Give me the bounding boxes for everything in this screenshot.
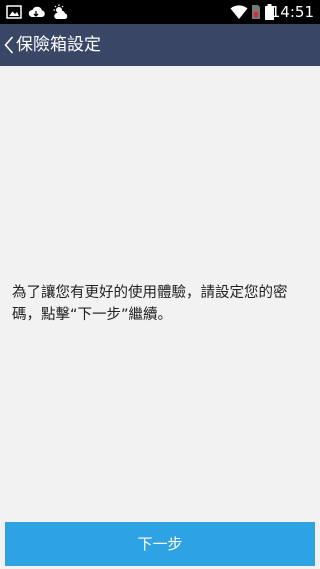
page-title: 保險箱設定	[16, 35, 101, 55]
next-button[interactable]: 下一步	[5, 522, 315, 566]
chevron-left-icon	[4, 36, 14, 54]
back-button[interactable]: 保險箱設定	[0, 24, 130, 66]
content-area: 為了讓您有更好的使用體驗，請設定您的密碼，點擊“下一步”繼續。	[0, 66, 320, 522]
cloud-icon	[28, 6, 45, 17]
weather-icon	[53, 4, 68, 19]
image-icon	[6, 5, 22, 19]
setup-message: 為了讓您有更好的使用體驗，請設定您的密碼，點擊“下一步”繼續。	[12, 285, 288, 323]
status-bar: 14:51	[0, 0, 320, 24]
status-time: 14:51	[270, 3, 314, 21]
no-sim-icon	[252, 5, 260, 19]
app-header: 保險箱設定	[0, 24, 320, 66]
wifi-icon	[230, 5, 248, 19]
